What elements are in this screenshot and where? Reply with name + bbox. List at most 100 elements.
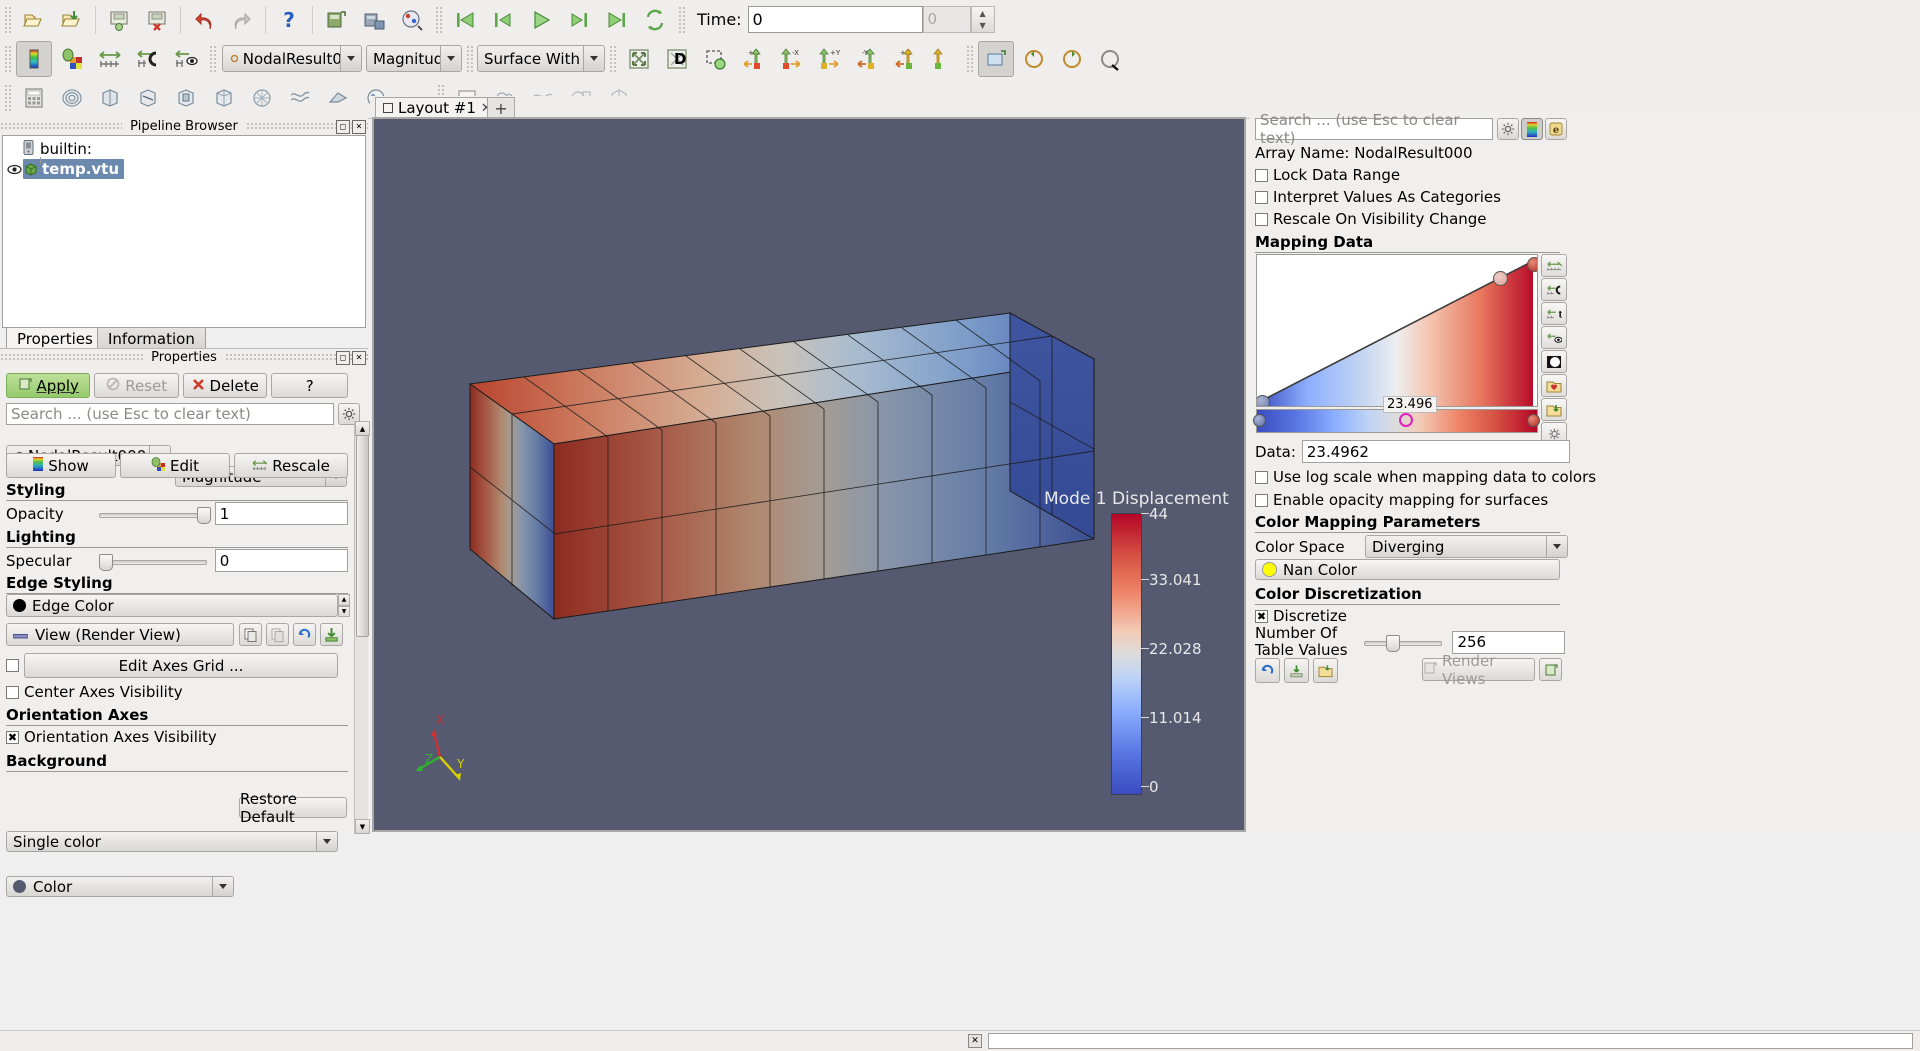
center-axes-visibility-row[interactable]: Center Axes Visibility [6, 683, 183, 701]
rotate-reset-icon[interactable] [1092, 41, 1128, 77]
table-values-input[interactable]: 256 [1452, 630, 1565, 654]
first-frame-icon[interactable] [447, 2, 483, 38]
rotate-camera-icon[interactable] [978, 40, 1014, 77]
rescale-to-custom-range-icon[interactable] [130, 41, 166, 77]
layout-tab[interactable]: Layout #1 ✕ [375, 97, 500, 118]
rotate-toolbar-grip[interactable] [965, 43, 974, 74]
calculator-icon[interactable] [16, 80, 52, 116]
log-scale-checkbox[interactable] [1255, 470, 1268, 484]
component-select[interactable]: Magnitud [366, 45, 462, 72]
threshold-icon[interactable] [168, 80, 204, 116]
eye-icon[interactable] [5, 164, 23, 175]
pipeline-server-row[interactable]: builtin: [3, 139, 365, 158]
color-space-dropdown-arrow[interactable] [1546, 536, 1567, 557]
x-icon[interactable]: ✕ [968, 1034, 982, 1048]
reset-icon[interactable] [1255, 658, 1280, 683]
camera-toolbar-grip[interactable] [608, 43, 617, 74]
next-frame-icon[interactable] [561, 2, 597, 38]
neg-y-view-icon[interactable]: -Y [849, 41, 885, 77]
ctf-node-selected[interactable] [1399, 413, 1413, 427]
edit-axes-grid-row[interactable]: Edit Axes Grid ... [6, 653, 338, 678]
zoom-to-box-icon[interactable] [697, 41, 733, 77]
opacity-slider[interactable] [99, 506, 212, 524]
orientation-axes-visibility-row[interactable]: ✖ Orientation Axes Visibility [6, 728, 217, 746]
rescale-to-visible-range-icon[interactable] [1541, 326, 1567, 349]
open-recent-icon[interactable] [54, 2, 90, 38]
cme-search-input[interactable]: Search ... (use Esc to clear text) [1255, 111, 1493, 147]
disconnect-server-icon[interactable] [356, 2, 392, 38]
pos-x-view-icon[interactable]: -X [773, 41, 809, 77]
background-color-button[interactable]: Color [6, 876, 234, 897]
loop-icon[interactable] [637, 2, 673, 38]
color-transfer-strip[interactable]: 23.496 [1253, 396, 1540, 433]
colormap-toolbar-grip[interactable] [3, 43, 12, 74]
background-mode-select[interactable]: Single color [6, 831, 338, 852]
save-as-default-icon[interactable] [1284, 658, 1309, 683]
rescale-to-data-range-icon[interactable] [92, 41, 128, 77]
save-state-icon[interactable] [101, 2, 137, 38]
properties-close-button[interactable]: ✕ [352, 351, 366, 365]
edge-color-stepper[interactable]: ▲ ▼ [338, 594, 350, 617]
rescale-to-data-range-icon[interactable] [1541, 254, 1567, 277]
nan-color-button[interactable]: Nan Color [1255, 559, 1560, 580]
properties-search-input[interactable]: Search ... (use Esc to clear text) [6, 403, 334, 425]
repr-toolbar-grip[interactable] [465, 43, 474, 74]
advanced-properties-icon[interactable]: e [1545, 118, 1567, 140]
orientation-axes-visibility-checkbox[interactable]: ✖ [6, 730, 19, 744]
rotate-90-ccw-icon[interactable] [1016, 41, 1052, 77]
load-state-icon[interactable] [139, 2, 175, 38]
reset-camera-icon[interactable] [621, 41, 657, 77]
rescale-button[interactable]: Rescale [234, 453, 349, 478]
pipeline-close-button[interactable]: ✕ [352, 120, 366, 134]
add-layout-tab-button[interactable]: + [487, 97, 515, 118]
copy-properties-button[interactable] [239, 623, 262, 646]
choose-preset-icon[interactable] [1541, 374, 1567, 397]
edit-colormap-button[interactable]: Edit [120, 453, 231, 478]
time-toolbar-grip[interactable] [677, 4, 686, 35]
view-section-button[interactable]: View (Render View) [6, 623, 234, 646]
reset-button[interactable]: Reset [94, 373, 179, 398]
zoom-to-data-icon[interactable]: D [659, 41, 695, 77]
pos-z-view-icon[interactable]: +Z [887, 41, 923, 77]
lock-data-range-row[interactable]: Lock Data Range [1255, 166, 1400, 184]
array-toolbar-grip[interactable] [208, 43, 217, 74]
warp-icon[interactable] [320, 80, 356, 116]
extract-subset-icon[interactable] [206, 80, 242, 116]
background-mode-dropdown-arrow[interactable] [316, 832, 337, 851]
interpret-values-checkbox[interactable] [1255, 190, 1268, 204]
edit-axes-grid-checkbox[interactable] [6, 659, 19, 672]
edge-color-button[interactable]: Edge Color [6, 594, 338, 617]
toolbar-grip[interactable] [3, 4, 12, 35]
color-preset-icon[interactable] [1521, 118, 1543, 140]
paste-properties-button[interactable] [266, 623, 289, 646]
render-view[interactable]: X Z Y Mode 1 Displacement 44 33.041 22.0… [372, 117, 1246, 832]
rescale-to-visible-range-icon[interactable] [168, 41, 204, 77]
rescale-to-custom-range-icon[interactable] [1541, 278, 1567, 301]
specular-input[interactable]: 0 [214, 549, 348, 572]
restore-default-button[interactable]: Restore Default [239, 790, 347, 826]
opacity-mapping-row[interactable]: Enable opacity mapping for surfaces [1255, 491, 1548, 509]
opacity-mapping-checkbox[interactable] [1255, 493, 1268, 507]
filters-toolbar-grip[interactable] [3, 82, 12, 113]
open-file-icon[interactable] [16, 2, 52, 38]
color-space-select[interactable]: Diverging [1365, 535, 1568, 558]
properties-scrollbar[interactable]: ▲ ▼ [354, 421, 370, 834]
tab-information[interactable]: Information [97, 327, 206, 350]
rescale-on-visibility-row[interactable]: Rescale On Visibility Change [1255, 210, 1487, 228]
rescale-on-visibility-checkbox[interactable] [1255, 212, 1268, 226]
clip-icon[interactable] [92, 80, 128, 116]
opacity-input[interactable]: 1 [214, 502, 348, 525]
transfer-function-editor[interactable] [1256, 254, 1538, 407]
rescale-to-time-range-icon[interactable]: t [1541, 302, 1567, 325]
apply-button[interactable]: Apply [6, 373, 91, 398]
help-icon[interactable]: ? [271, 2, 307, 38]
time-index-input[interactable]: 0 [922, 6, 971, 33]
properties-undock-button[interactable]: ◻ [336, 351, 350, 365]
interpret-values-row[interactable]: Interpret Values As Categories [1255, 188, 1501, 206]
log-scale-row[interactable]: Use log scale when mapping data to color… [1255, 468, 1596, 486]
restore-default-icon[interactable] [1313, 658, 1338, 683]
discretize-checkbox[interactable]: ✖ [1255, 609, 1268, 623]
previous-frame-icon[interactable] [485, 2, 521, 38]
pos-y-view-icon[interactable]: +Y [811, 41, 847, 77]
neg-x-view-icon[interactable]: +X [735, 41, 771, 77]
